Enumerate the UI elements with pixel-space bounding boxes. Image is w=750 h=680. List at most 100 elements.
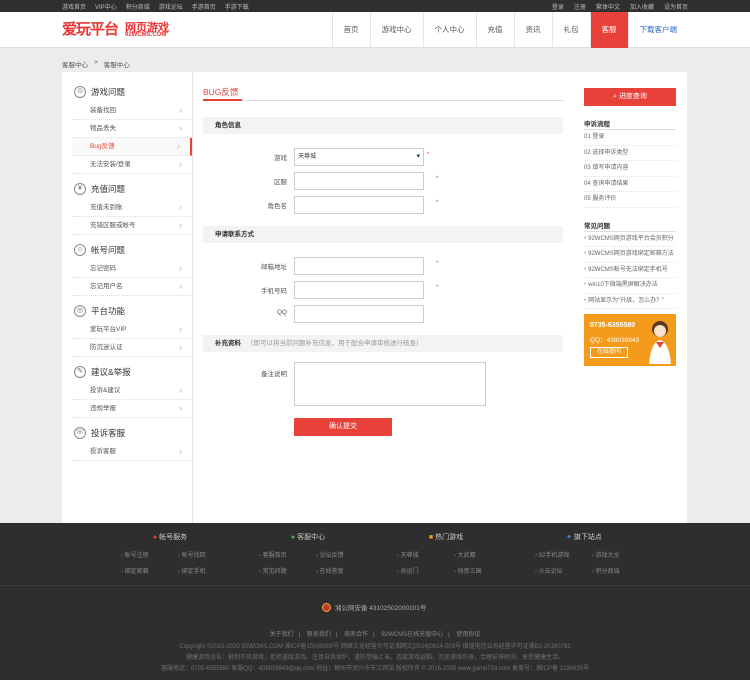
footer-bottom-link[interactable]: 使用协议 [456, 632, 480, 638]
sidebar-item[interactable]: 投诉&建议 [72, 382, 192, 400]
crumb-link[interactable]: 客服中心 [62, 59, 88, 69]
group-title: 建议&举报 [91, 367, 131, 377]
faq-link[interactable]: 92WCMS网页游戏绑定邮箱方法 [584, 247, 676, 263]
footer-link[interactable]: 命运门 [397, 566, 454, 575]
sidebar-item[interactable]: 防沉迷认证 [72, 339, 192, 357]
submit-button[interactable]: 确认提交 [294, 418, 392, 436]
footer-link[interactable]: 快意三国 [454, 566, 511, 575]
footer-link[interactable]: 大武都 [454, 550, 511, 559]
top-link[interactable]: 游戏首页 [62, 2, 86, 11]
footer-bottom-link[interactable]: 商务合作 [344, 632, 368, 638]
sidebar-item[interactable]: 忘记用户名 [72, 278, 192, 296]
police-record[interactable]: 湘公网安备 43102502000101号 [322, 602, 426, 612]
field-label: 角色名 [267, 203, 288, 210]
footer-link[interactable]: 论坛反馈 [316, 550, 373, 559]
nav-games[interactable]: 游戏中心 [369, 12, 423, 48]
top-link[interactable]: 手游下载 [225, 2, 249, 11]
section-header: 角色信息 [203, 117, 563, 134]
sidebar-item[interactable]: 忘记密码 [72, 260, 192, 278]
top-link[interactable]: 积分商城 [126, 2, 150, 11]
main-nav: 首页 游戏中心 个人中心 充值 资讯 礼包 客服 下载客户端 [331, 12, 689, 48]
register-link[interactable]: 注册 [574, 2, 586, 11]
language-link[interactable]: 繁体中文 [596, 2, 620, 11]
login-link[interactable]: 登录 [552, 2, 564, 11]
nav-user[interactable]: 个人中心 [422, 12, 476, 48]
sidebar-item[interactable]: 装备找回 [72, 102, 192, 120]
nav-download[interactable]: 下载客户端 [627, 12, 689, 48]
required-mark: * [427, 152, 430, 158]
sidebar-item[interactable]: 物品丢失 [72, 120, 192, 138]
footer-link[interactable]: 客服首页 [259, 550, 316, 559]
sidebar-group-platform: ◎ 平台功能 爱玩平台VIP 防沉迷认证 [62, 301, 192, 357]
service-ad-banner[interactable]: 0735-6355580 QQ：438039943 在线提问 [584, 314, 676, 366]
homepage-link[interactable]: 设为首页 [664, 2, 688, 11]
sidebar-item[interactable]: 无法安装/登录 [72, 156, 192, 174]
footer-bottom-link[interactable]: 关于我们 [270, 632, 294, 638]
top-link[interactable]: 游戏论坛 [159, 2, 183, 11]
police-emblem-icon [322, 602, 331, 612]
footer-link[interactable]: 帐号注册 [121, 550, 178, 559]
faq-link[interactable]: 网站显示为“升级，怎么办？” [584, 294, 676, 309]
footer-col-title: 帐号服务 [159, 534, 188, 541]
field-label: QQ [276, 309, 287, 316]
nav-pay[interactable]: 充值 [475, 12, 514, 48]
step-item: 04 查询申请结果 [584, 177, 676, 192]
form-title: BUG反馈 [203, 86, 243, 101]
breadcrumb: 客服中心 > 客服中心 [62, 59, 130, 69]
sidebar-item[interactable]: 投诉客服 [72, 443, 192, 461]
field-label: 游戏 [274, 155, 287, 162]
contact-line: 客服电话：0735-6355580 客服QQ：438039943@qq.com … [160, 666, 589, 672]
footer-link[interactable]: 绑定邮箱 [121, 566, 178, 575]
faq-link[interactable]: 92WCMS网页游戏平台会员积分 [584, 232, 676, 247]
required-mark: * [436, 261, 439, 267]
email-field[interactable] [294, 257, 424, 275]
step-item: 01 登录 [584, 130, 676, 146]
role-input[interactable] [294, 196, 424, 214]
footer-links: 关于我们 | 联系我们 | 商务合作 | 92WCMS在线充值中心 | 使用协议 [269, 632, 481, 638]
sidebar-item[interactable]: 充错区服或帐号 [72, 217, 192, 235]
footer-link[interactable]: 在线答复 [316, 566, 373, 575]
group-title: 充值问题 [91, 184, 126, 194]
field-label: 区服 [274, 179, 287, 186]
nav-gift[interactable]: 礼包 [551, 12, 590, 48]
service-agent-illustration [649, 321, 671, 364]
ad-ask-button[interactable]: 在线提问 [590, 347, 628, 358]
top-link[interactable]: VIP中心 [95, 2, 117, 11]
nav-news[interactable]: 资讯 [513, 12, 552, 48]
sidebar-item-active[interactable]: Bug反馈 [72, 138, 192, 156]
nav-service[interactable]: 客服 [589, 12, 628, 48]
footer: ● 帐号服务 帐号注册 帐号找回 绑定邮箱 绑定手机 ● 客服中心 客服首页 论… [0, 523, 750, 680]
remark-textarea[interactable] [294, 362, 486, 406]
phone-field[interactable] [294, 281, 424, 299]
progress-query-button[interactable]: ⌕ 进度查询 [584, 88, 676, 106]
footer-link[interactable]: 帐号找回 [178, 550, 235, 559]
sidebar-item[interactable]: 充值未到账 [72, 199, 192, 217]
main-panel: ⊙ 游戏问题 装备找回 物品丢失 Bug反馈 无法安装/登录 ¥ 充值问题 充值未到… [62, 72, 687, 523]
site-logo[interactable]: 爱玩平台 网页游戏 92WCMS.COM [62, 18, 182, 44]
nav-home[interactable]: 首页 [331, 12, 370, 48]
qq-field[interactable] [294, 305, 424, 323]
sidebar: ⊙ 游戏问题 装备找回 物品丢失 Bug反馈 无法安装/登录 ¥ 充值问题 充值未到… [62, 72, 193, 523]
user-icon: ☺ [74, 244, 86, 256]
footer-link[interactable]: 积分商城 [592, 566, 649, 575]
footer-link[interactable]: 天尊城 [397, 550, 454, 559]
sidebar-item[interactable]: 违规举报 [72, 400, 192, 418]
footer-link[interactable]: 游戏大全 [592, 550, 649, 559]
footer-link[interactable]: 火云论坛 [535, 566, 592, 575]
sidebar-item[interactable]: 爱玩平台VIP [72, 321, 192, 339]
faq-link[interactable]: 92WCMS帐号无法绑定手机号 [584, 263, 676, 278]
bookmark-link[interactable]: 加入收藏 [630, 2, 654, 11]
section-header: 申请联系方式 [203, 226, 563, 243]
top-link[interactable]: 手游首页 [192, 2, 216, 11]
footer-link[interactable]: 常见问题 [259, 566, 316, 575]
faq-link[interactable]: win10下微端黑屏解决办法 [584, 278, 676, 294]
field-label: 手机号码 [261, 288, 287, 295]
server-input[interactable] [294, 172, 424, 190]
logo-brand: 爱玩平台 [62, 20, 119, 38]
footer-bottom-link[interactable]: 联系我们 [307, 632, 331, 638]
game-select[interactable]: 天尊城 [294, 148, 424, 166]
footer-bottom-link[interactable]: 92WCMS在线充值中心 [381, 632, 443, 638]
ad-phone: 0735-6355580 [590, 322, 636, 329]
footer-link[interactable]: 92手机游戏 [535, 550, 592, 559]
footer-link[interactable]: 绑定手机 [178, 566, 235, 575]
